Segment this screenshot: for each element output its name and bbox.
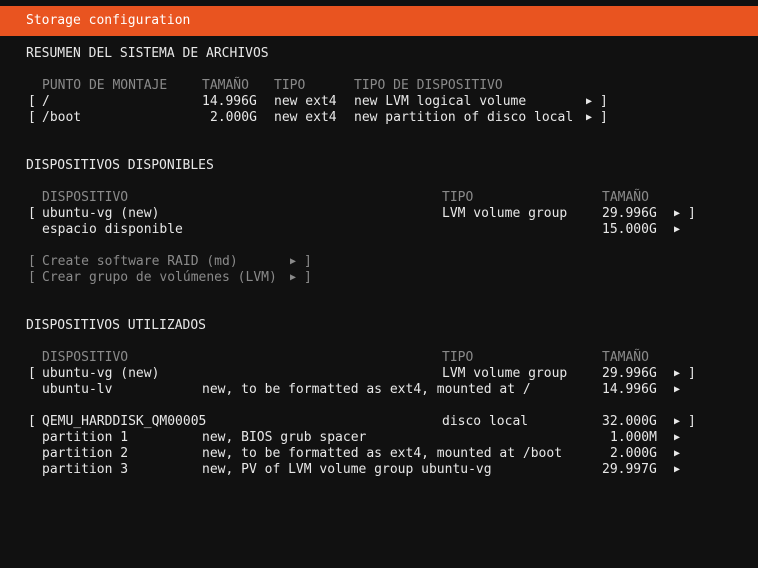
mount-point: /boot (42, 110, 82, 125)
device-name: partition 3 (42, 462, 129, 477)
device-name: ubuntu-vg (new) (42, 366, 160, 381)
close-bracket: ] (304, 270, 312, 285)
arrow-right-icon[interactable]: ▶ (674, 462, 680, 478)
arrow-right-icon[interactable]: ▶ (674, 430, 680, 446)
device-name: ubuntu-lv (42, 382, 113, 397)
open-bracket: [ (28, 270, 36, 285)
open-bracket: [ (28, 254, 36, 269)
fs-type: new ext4 (274, 110, 337, 125)
device-type: LVM volume group (442, 366, 568, 381)
size: 29.996G (602, 206, 657, 221)
device-name: espacio disponible (42, 222, 183, 237)
device-type: new, to be formatted as ext4, mounted at… (202, 382, 531, 397)
device-type: LVM volume group (442, 206, 568, 221)
create-lvm-label: Crear grupo de volúmenes (LVM) (42, 270, 277, 285)
size: 14.996G (202, 94, 257, 109)
fs-type: new ext4 (274, 94, 337, 109)
arrow-right-icon[interactable]: ▶ (674, 446, 680, 462)
arrow-right-icon: ▶ (290, 256, 297, 267)
size: 15.000G (602, 222, 657, 237)
available-devices-heading: DISPOSITIVOS DISPONIBLES (26, 158, 214, 173)
arrow-right-icon: ▶ (290, 272, 297, 283)
open-bracket: [ (28, 414, 36, 429)
device-type: disco local (442, 414, 529, 429)
close-bracket: ] (304, 254, 312, 269)
size: 1.000M (610, 430, 657, 445)
open-bracket: [ (28, 94, 36, 109)
size: 14.996G (602, 382, 657, 397)
device-type: new partition of disco local (354, 110, 574, 125)
device-type: new LVM logical volume (354, 94, 527, 109)
close-bracket: ] (688, 206, 696, 221)
size: 29.996G (602, 366, 657, 381)
open-bracket: [ (28, 206, 36, 221)
header-bar: Storage configuration (0, 6, 758, 36)
col-header-device: DISPOSITIVO (42, 190, 129, 205)
col-header-size: TAMAÑO (202, 78, 249, 93)
open-bracket: [ (28, 366, 36, 381)
device-type: new, to be formatted as ext4, mounted at… (202, 446, 563, 461)
create-raid-label: Create software RAID (md) (42, 254, 238, 269)
device-name: partition 1 (42, 430, 129, 445)
col-header-size: TAMAÑO (602, 190, 649, 205)
arrow-right-icon[interactable]: ▶ (674, 366, 680, 382)
col-header-type: TIPO (442, 190, 474, 205)
device-name: partition 2 (42, 446, 129, 461)
size: 32.000G (602, 414, 657, 429)
col-header-size: TAMAÑO (602, 350, 649, 365)
arrow-right-icon[interactable]: ▶ (586, 94, 592, 110)
close-bracket: ] (600, 94, 608, 109)
col-header-type: TIPO (442, 350, 474, 365)
mount-point: / (42, 94, 50, 109)
col-header-device: DISPOSITIVO (42, 350, 129, 365)
col-header-mount: PUNTO DE MONTAJE (42, 78, 168, 93)
size: 2.000G (610, 446, 657, 461)
device-type: new, PV of LVM volume group ubuntu-vg (202, 462, 492, 477)
page-title: Storage configuration (26, 13, 191, 28)
size: 29.997G (602, 462, 657, 477)
arrow-right-icon[interactable]: ▶ (674, 222, 680, 238)
filesystem-summary-heading: RESUMEN DEL SISTEMA DE ARCHIVOS (26, 46, 269, 61)
device-name: ubuntu-vg (new) (42, 206, 160, 221)
col-header-device-type: TIPO DE DISPOSITIVO (354, 78, 503, 93)
used-devices-heading: DISPOSITIVOS UTILIZADOS (26, 318, 207, 333)
arrow-right-icon[interactable]: ▶ (674, 206, 680, 222)
close-bracket: ] (600, 110, 608, 125)
col-header-type: TIPO (274, 78, 306, 93)
device-name: QEMU_HARDDISK_QM00005 (42, 414, 207, 429)
close-bracket: ] (688, 366, 696, 381)
arrow-right-icon[interactable]: ▶ (674, 382, 680, 398)
device-type: new, BIOS grub spacer (202, 430, 367, 445)
arrow-right-icon[interactable]: ▶ (674, 414, 680, 430)
close-bracket: ] (688, 414, 696, 429)
size: 2.000G (210, 110, 257, 125)
open-bracket: [ (28, 110, 36, 125)
arrow-right-icon[interactable]: ▶ (586, 110, 592, 126)
